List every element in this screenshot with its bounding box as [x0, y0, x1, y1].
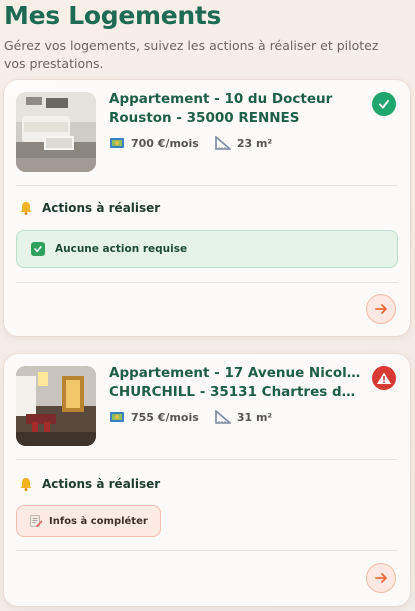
divider	[16, 282, 398, 283]
property-title-line2: Rouston - 35000 RENNES	[109, 110, 300, 126]
money-icon	[109, 410, 125, 424]
page-title: Mes Logements	[4, 1, 222, 30]
surface-value: 23 m²	[236, 136, 273, 150]
property-meta: 700 €/mois 23 m²	[109, 135, 273, 150]
open-property-button[interactable]	[366, 294, 396, 324]
page: Mes Logements Gérez vos logements, suive…	[0, 0, 415, 611]
actions-header: Actions à réaliser	[18, 476, 160, 492]
complete-info-label: Infos à compléter	[49, 515, 148, 527]
complete-info-button[interactable]: Infos à compléter	[16, 505, 161, 537]
property-meta: 755 €/mois 31 m²	[109, 409, 273, 424]
divider	[16, 550, 398, 551]
money-icon	[109, 136, 125, 150]
memo-pencil-icon	[29, 514, 43, 528]
property-title[interactable]: Appartement - 17 Avenue Nicolson CHURCHI…	[109, 364, 364, 402]
checkbox-check-icon	[31, 242, 45, 256]
no-action-notice: Aucune action requise	[16, 230, 398, 268]
rent-value: 700 €/mois	[131, 136, 199, 150]
property-title-line1: Appartement - 10 du Docteur	[109, 91, 333, 107]
rent-value: 755 €/mois	[131, 410, 199, 424]
ruler-icon	[215, 409, 232, 424]
bell-icon	[18, 476, 34, 492]
arrow-right-icon	[375, 573, 387, 583]
property-card[interactable]: Appartement - 10 du Docteur Rouston - 35…	[4, 80, 410, 336]
actions-label: Actions à réaliser	[42, 201, 161, 215]
actions-label: Actions à réaliser	[42, 477, 161, 491]
page-subtitle: Gérez vos logements, suivez les actions …	[4, 38, 379, 71]
divider	[16, 185, 398, 186]
divider	[16, 459, 398, 460]
surface-value: 31 m²	[236, 410, 273, 424]
ruler-icon	[215, 135, 232, 150]
actions-header: Actions à réaliser	[18, 200, 160, 216]
property-title-line2: CHURCHILL - 35131 Chartres de...	[109, 384, 364, 400]
property-title-line1: Appartement - 17 Avenue Nicolson	[109, 365, 364, 381]
no-action-text: Aucune action requise	[55, 243, 188, 255]
property-photo[interactable]	[16, 92, 96, 172]
bell-icon	[18, 200, 34, 216]
open-property-button[interactable]	[366, 563, 396, 593]
status-warning-icon	[372, 366, 396, 390]
arrow-right-icon	[375, 304, 387, 314]
status-ok-icon	[372, 92, 396, 116]
property-title[interactable]: Appartement - 10 du Docteur Rouston - 35…	[109, 90, 364, 128]
property-photo[interactable]	[16, 366, 96, 446]
property-card[interactable]: Appartement - 17 Avenue Nicolson CHURCHI…	[4, 354, 410, 606]
